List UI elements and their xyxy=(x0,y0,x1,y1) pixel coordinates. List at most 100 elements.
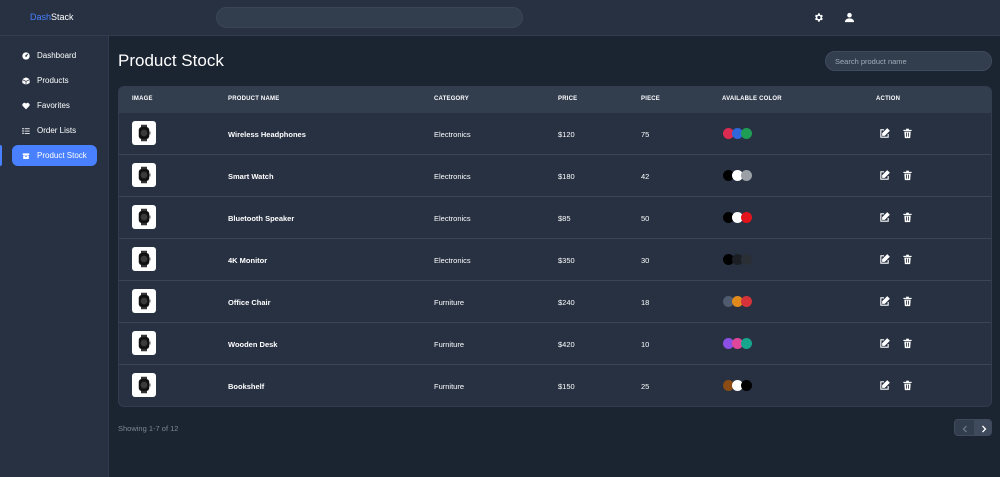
product-name: Bookshelf xyxy=(228,382,265,391)
watch-icon xyxy=(138,208,151,226)
list-icon xyxy=(22,127,30,134)
table-row: Wireless Headphones Electronics $120 75 xyxy=(119,113,991,155)
watch-icon xyxy=(138,334,151,352)
color-swatch xyxy=(741,212,752,223)
sidebar-item-dashboard[interactable]: Dashboard xyxy=(12,45,97,66)
next-page-button[interactable] xyxy=(974,420,991,435)
edit-icon[interactable] xyxy=(879,212,890,223)
product-category: Furniture xyxy=(434,382,465,391)
logo-accent: Dash xyxy=(30,12,52,22)
product-price: $420 xyxy=(558,340,575,349)
edit-icon[interactable] xyxy=(879,338,890,349)
available-colors xyxy=(723,380,763,391)
product-piece: 10 xyxy=(641,340,650,349)
sidebar-item-product-stock[interactable]: Product Stock xyxy=(12,145,97,166)
sidebar-item-label: Products xyxy=(37,76,69,85)
product-name: Office Chair xyxy=(228,298,271,307)
column-header-colors: AVAILABLE COLOR xyxy=(722,96,782,102)
table-row: Bluetooth Speaker Electronics $85 50 xyxy=(119,197,991,239)
logo-rest: Stack xyxy=(51,12,74,22)
product-image xyxy=(132,121,156,145)
watch-icon xyxy=(138,124,151,142)
table-row: Bookshelf Furniture $150 25 xyxy=(119,365,991,406)
table-row: Smart Watch Electronics $180 42 xyxy=(119,155,991,197)
product-piece: 30 xyxy=(641,256,650,265)
product-name: Wireless Headphones xyxy=(228,130,306,139)
sidebar-item-order-lists[interactable]: Order Lists xyxy=(12,120,97,141)
trash-icon[interactable] xyxy=(902,128,913,139)
product-image xyxy=(132,289,156,313)
product-name: Wooden Desk xyxy=(228,340,278,349)
gear-icon[interactable] xyxy=(813,12,824,23)
top-bar: DashStack xyxy=(0,0,1000,36)
product-name: Bluetooth Speaker xyxy=(228,214,295,223)
heart-icon xyxy=(22,102,30,109)
column-header-piece: PIECE xyxy=(641,96,661,102)
watch-icon xyxy=(138,376,151,394)
sidebar-item-label: Order Lists xyxy=(37,126,77,135)
product-image xyxy=(132,373,156,397)
product-table: IMAGE PRODUCT NAME CATEGORY PRICE PIECE … xyxy=(118,86,992,407)
edit-icon[interactable] xyxy=(879,296,890,307)
color-swatch xyxy=(741,170,752,181)
trash-icon[interactable] xyxy=(902,170,913,181)
column-header-action: ACTION xyxy=(876,96,901,102)
cube-icon xyxy=(22,76,30,85)
available-colors xyxy=(723,338,763,349)
product-piece: 75 xyxy=(641,130,650,139)
app-logo[interactable]: DashStack xyxy=(30,12,74,22)
chevron-left-icon xyxy=(962,425,967,432)
table-header: IMAGE PRODUCT NAME CATEGORY PRICE PIECE … xyxy=(119,87,991,113)
sidebar-item-favorites[interactable]: Favorites xyxy=(12,95,97,116)
edit-icon[interactable] xyxy=(879,128,890,139)
table-row: Wooden Desk Furniture $420 10 xyxy=(119,323,991,365)
product-piece: 50 xyxy=(641,214,650,223)
global-search-input[interactable] xyxy=(216,7,523,28)
product-name: Smart Watch xyxy=(228,172,274,181)
column-header-image: IMAGE xyxy=(132,96,153,102)
product-name: 4K Monitor xyxy=(228,256,268,265)
watch-icon xyxy=(138,292,151,310)
product-category: Electronics xyxy=(434,256,471,265)
available-colors xyxy=(723,128,763,139)
product-category: Furniture xyxy=(434,340,465,349)
sidebar: Dashboard Products Favorites Order Lists… xyxy=(0,36,109,477)
active-indicator xyxy=(0,145,2,166)
product-image xyxy=(132,205,156,229)
product-image xyxy=(132,331,156,355)
column-header-name: PRODUCT NAME xyxy=(228,96,280,102)
trash-icon[interactable] xyxy=(902,380,913,391)
previous-page-button[interactable] xyxy=(955,420,974,435)
edit-icon[interactable] xyxy=(879,380,890,391)
color-swatch xyxy=(741,338,752,349)
available-colors xyxy=(723,296,763,307)
page-title: Product Stock xyxy=(118,51,224,70)
color-swatch xyxy=(741,296,752,307)
sidebar-item-label: Product Stock xyxy=(37,151,87,160)
product-piece: 42 xyxy=(641,172,650,181)
product-category: Electronics xyxy=(434,172,471,181)
available-colors xyxy=(723,170,763,181)
product-image xyxy=(132,247,156,271)
sidebar-item-products[interactable]: Products xyxy=(12,70,97,91)
edit-icon[interactable] xyxy=(879,170,890,181)
watch-icon xyxy=(138,250,151,268)
trash-icon[interactable] xyxy=(902,296,913,307)
product-search-input[interactable] xyxy=(825,51,992,71)
product-category: Furniture xyxy=(434,298,465,307)
trash-icon[interactable] xyxy=(902,338,913,349)
product-category: Electronics xyxy=(434,214,471,223)
available-colors xyxy=(723,212,763,223)
column-header-price: PRICE xyxy=(558,96,578,102)
edit-icon[interactable] xyxy=(879,254,890,265)
product-category: Electronics xyxy=(434,130,471,139)
sidebar-item-label: Favorites xyxy=(37,101,70,110)
product-price: $350 xyxy=(558,256,575,265)
product-price: $120 xyxy=(558,130,575,139)
sidebar-item-label: Dashboard xyxy=(37,51,77,60)
available-colors xyxy=(723,254,763,265)
user-icon[interactable] xyxy=(844,12,855,23)
trash-icon[interactable] xyxy=(902,212,913,223)
trash-icon[interactable] xyxy=(902,254,913,265)
watch-icon xyxy=(138,166,151,184)
